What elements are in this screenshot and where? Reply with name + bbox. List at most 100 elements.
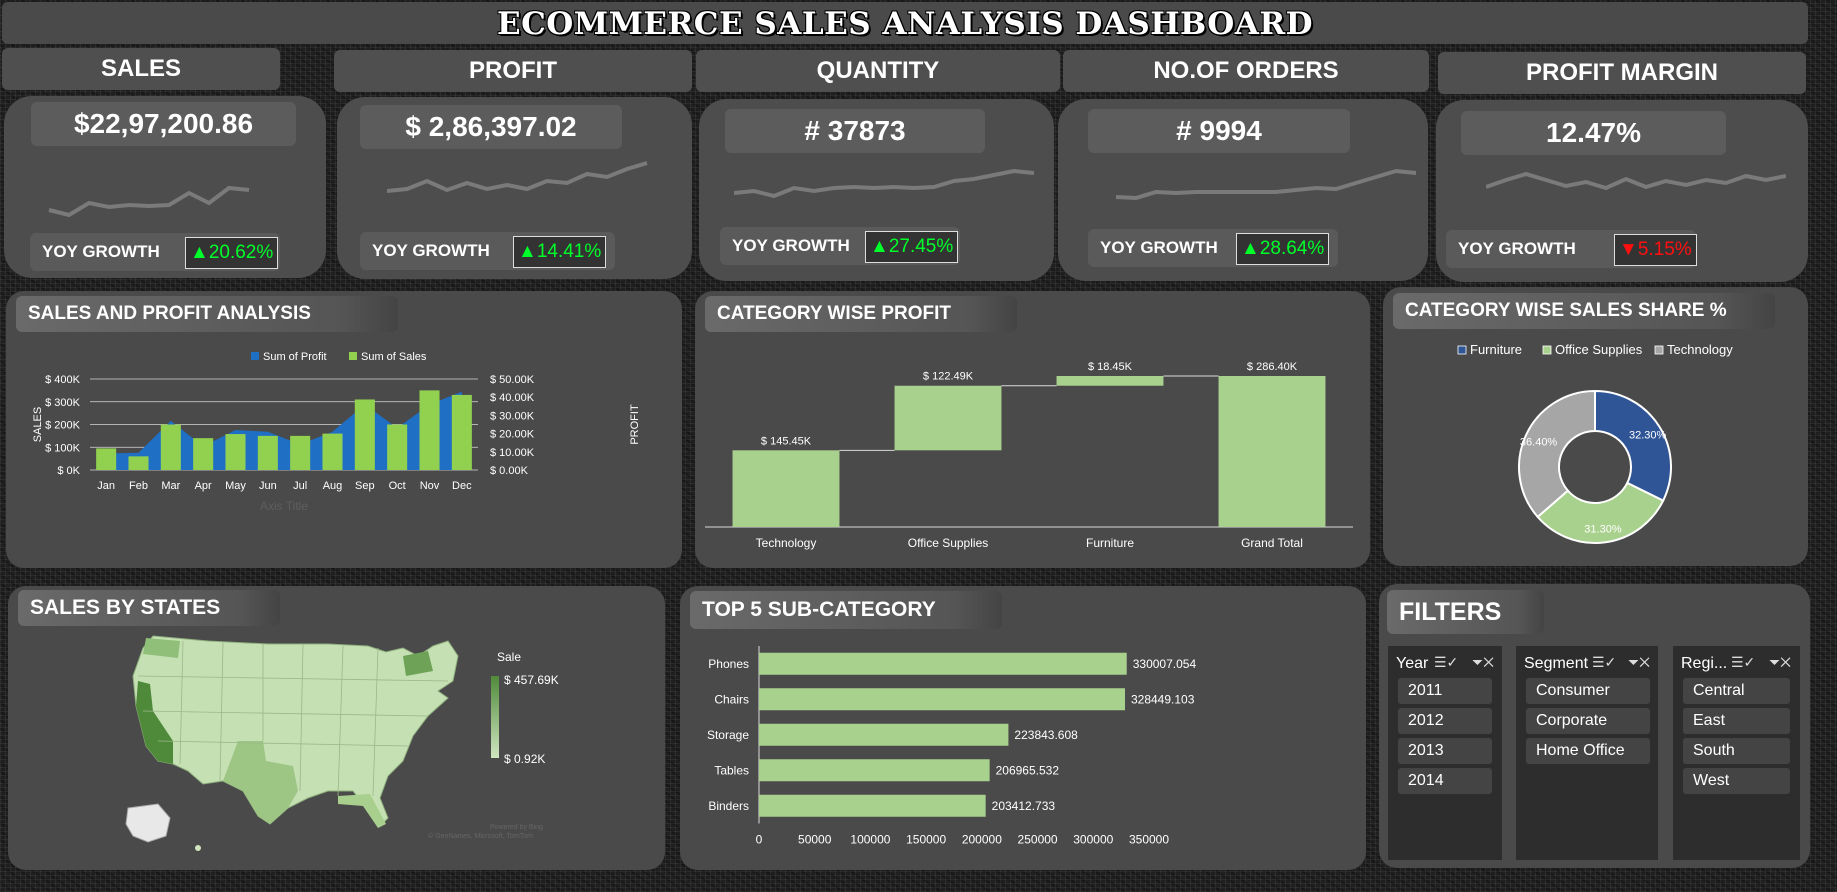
hawaii-shape bbox=[195, 845, 201, 851]
kpi-yoy-box: ▼5.15% bbox=[1614, 234, 1697, 266]
kpi-sparkline bbox=[734, 168, 1034, 199]
y2-tick-label: $ 10.00K bbox=[490, 447, 535, 459]
slicer-item-west[interactable]: West bbox=[1683, 768, 1790, 794]
slicer-item-2012[interactable]: 2012 bbox=[1398, 708, 1492, 734]
sales-bar bbox=[322, 433, 343, 470]
multi-select-icon[interactable]: ☰✓ bbox=[1731, 654, 1755, 671]
x-tick-label: Jan bbox=[97, 480, 115, 492]
category-share-chart: Furniture Office Supplies Technology 32.30%… bbox=[1457, 342, 1733, 544]
sales-bar bbox=[419, 390, 440, 470]
y-tick-label: $ 400K bbox=[45, 374, 81, 386]
y2-axis-title: PROFIT bbox=[629, 404, 641, 445]
multi-select-icon[interactable]: ☰✓ bbox=[1434, 654, 1458, 671]
slicer-item-south[interactable]: South bbox=[1683, 738, 1790, 764]
x-tick-label: 250000 bbox=[1018, 833, 1058, 847]
profit-area-series bbox=[106, 391, 462, 470]
slicer-item-2011[interactable]: 2011 bbox=[1398, 678, 1492, 704]
x-tick-label: Feb bbox=[129, 480, 148, 492]
kpi-sparkline bbox=[48, 185, 250, 218]
slicer-title: Regi... bbox=[1681, 655, 1728, 672]
slice-label: 32.30% bbox=[1629, 429, 1667, 441]
kpi-header-orders: NO.OF ORDERS bbox=[1063, 50, 1429, 92]
kpi-card-orders: # 9994 YOY GROWTH ▲28.64% bbox=[1058, 99, 1428, 281]
data-label: $ 122.49K bbox=[923, 371, 974, 383]
hbar bbox=[759, 652, 1127, 675]
region-slicer: Regi... ☰✓ ⏷✕ Central East South West bbox=[1673, 646, 1800, 860]
x-tick-label: 350000 bbox=[1129, 833, 1169, 847]
legend-label-sales: Sum of Sales bbox=[361, 351, 427, 363]
top5-chart: Phones 330007.054 Chairs 328449.103 Storage 2… bbox=[707, 646, 1196, 847]
kpi-yoy-row: YOY GROWTH ▲28.64% bbox=[1088, 229, 1338, 267]
slicer-item-central[interactable]: Central bbox=[1683, 678, 1790, 704]
kpi-yoy-value: 27.45% bbox=[888, 236, 954, 257]
map-legend-gradient bbox=[491, 676, 499, 758]
map-legend-title: Sale bbox=[497, 650, 521, 664]
y-tick-label: Phones bbox=[708, 657, 749, 671]
multi-select-icon[interactable]: ☰✓ bbox=[1592, 654, 1616, 671]
sales-profit-chart: $ 0K $ 100K $ 200K $ 300K $ 400K $ 0.00K $ 10.… bbox=[32, 351, 641, 513]
clear-filter-icon[interactable]: ⏷✕ bbox=[1472, 654, 1494, 671]
kpi-yoy-label: YOY GROWTH bbox=[372, 241, 490, 260]
waterfall-bar bbox=[1218, 376, 1326, 527]
panel-title: FILTERS bbox=[1387, 590, 1544, 634]
data-label: $ 286.40K bbox=[1247, 361, 1298, 373]
kpi-yoy-box: ▲14.41% bbox=[513, 236, 607, 268]
slicer-item-corporate[interactable]: Corporate bbox=[1526, 708, 1650, 734]
x-tick-label: Office Supplies bbox=[908, 536, 989, 550]
year-slicer: Year ☰✓ ⏷✕ 2011 2012 2013 2014 bbox=[1388, 646, 1502, 860]
kpi-yoy-value: 20.62% bbox=[208, 242, 274, 263]
map-attribution: © GeoNames, Microsoft, TomTom bbox=[428, 832, 533, 840]
x-tick-label: Aug bbox=[323, 480, 343, 492]
kpi-header-profit: PROFIT bbox=[334, 50, 692, 92]
trend-up-icon: ▲ bbox=[190, 242, 209, 263]
us-map[interactable]: Sale $ 457.69K $ 0.92K Powered by Bing ©… bbox=[8, 586, 665, 870]
y-tick-label: Binders bbox=[708, 799, 749, 813]
alaska-shape bbox=[125, 803, 171, 843]
kpi-yoy-label: YOY GROWTH bbox=[1458, 239, 1576, 258]
sales-bar bbox=[387, 424, 408, 470]
kpi-header-sales: SALES bbox=[2, 48, 280, 90]
states-panel: SALES BY STATES Sale $ 457.69K $ 0.92K P… bbox=[8, 586, 665, 870]
sales-bar bbox=[451, 394, 472, 470]
sales-bar bbox=[128, 456, 149, 470]
y-tick-label: Tables bbox=[714, 763, 749, 777]
legend-swatch-profit bbox=[251, 352, 259, 360]
x-tick-label: 100000 bbox=[850, 833, 890, 847]
kpi-yoy-row: YOY GROWTH ▼5.15% bbox=[1446, 230, 1697, 268]
legend-swatch bbox=[1654, 345, 1664, 355]
slicer-item-2014[interactable]: 2014 bbox=[1398, 768, 1492, 794]
y2-tick-label: $ 40.00K bbox=[490, 392, 535, 404]
trend-up-icon: ▲ bbox=[1241, 238, 1260, 259]
hbar bbox=[759, 759, 990, 782]
clear-filter-icon[interactable]: ⏷✕ bbox=[1628, 654, 1650, 671]
slicer-item-2013[interactable]: 2013 bbox=[1398, 738, 1492, 764]
kpi-yoy-row: YOY GROWTH ▲27.45% bbox=[720, 227, 960, 265]
x-tick-label: May bbox=[225, 480, 246, 492]
sales-bar bbox=[290, 435, 311, 470]
kpi-card-quantity: # 37873 YOY GROWTH ▲27.45% bbox=[699, 99, 1054, 281]
kpi-yoy-row: YOY GROWTH ▲14.41% bbox=[360, 232, 615, 270]
x-tick-label: Apr bbox=[195, 480, 212, 492]
segment-slicer: Segment ☰✓ ⏷✕ Consumer Corporate Home Of… bbox=[1516, 646, 1658, 860]
hbar bbox=[759, 794, 986, 817]
data-label: 206965.532 bbox=[996, 763, 1060, 777]
legend-swatch bbox=[1457, 345, 1467, 355]
slicer-item-home-office[interactable]: Home Office bbox=[1526, 738, 1650, 764]
slice-label: 31.30% bbox=[1584, 523, 1622, 535]
kpi-sparkline bbox=[387, 161, 648, 193]
clear-filter-icon[interactable]: ⏷✕ bbox=[1769, 654, 1791, 671]
slicer-item-consumer[interactable]: Consumer bbox=[1526, 678, 1650, 704]
map-legend-min: $ 0.92K bbox=[504, 752, 545, 766]
data-label: $ 18.45K bbox=[1088, 361, 1133, 373]
x-tick-label: 300000 bbox=[1073, 833, 1113, 847]
kpi-yoy-box: ▲28.64% bbox=[1236, 233, 1330, 265]
data-label: 328449.103 bbox=[1131, 692, 1195, 706]
dashboard-title: ECOMMERCE SALES ANALYSIS DASHBOARD bbox=[2, 2, 1808, 44]
x-tick-label: Nov bbox=[420, 480, 440, 492]
slicer-item-east[interactable]: East bbox=[1683, 708, 1790, 734]
hbar bbox=[759, 688, 1125, 711]
data-label: 223843.608 bbox=[1014, 728, 1078, 742]
legend-swatch-sales bbox=[349, 352, 357, 360]
kpi-header-quantity: QUANTITY bbox=[696, 50, 1060, 92]
legend-label: Office Supplies bbox=[1555, 342, 1643, 357]
